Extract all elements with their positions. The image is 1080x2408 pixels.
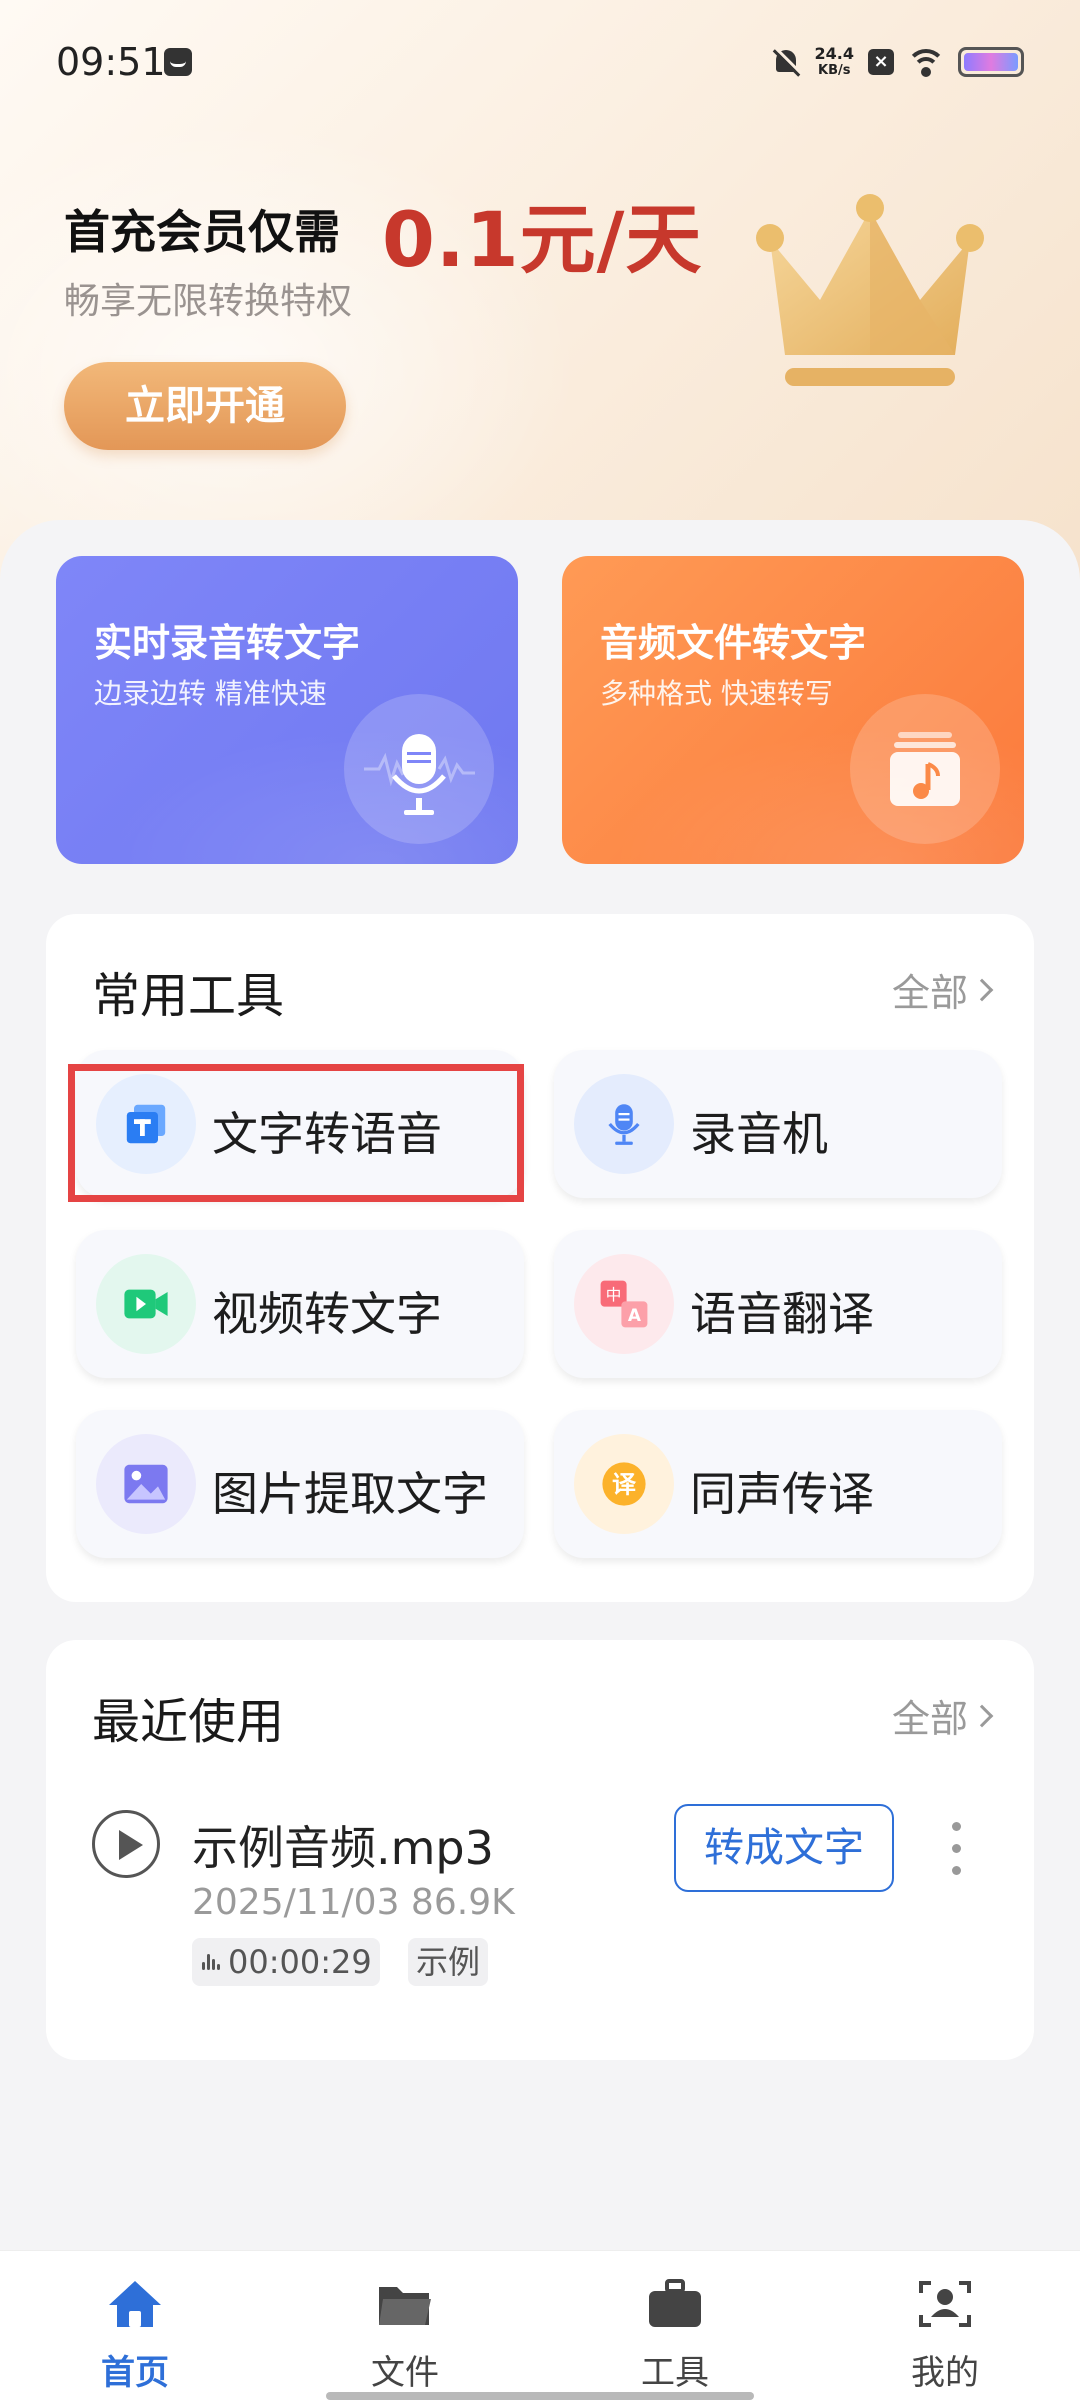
bottom-tab-bar: 首页 文件 工具 我的 xyxy=(0,2250,1080,2408)
tool-image-ocr[interactable]: 图片提取文字 xyxy=(76,1410,524,1558)
profile-icon xyxy=(919,2281,971,2327)
tool-label: 文字转语音 xyxy=(212,1107,442,1161)
video-camera-icon xyxy=(96,1254,196,1354)
net-speed-unit: KB/s xyxy=(818,63,851,78)
svg-text:译: 译 xyxy=(612,1470,637,1498)
tool-label: 录音机 xyxy=(690,1107,828,1161)
tools-title: 常用工具 xyxy=(92,968,285,1024)
toolbox-icon xyxy=(649,2279,701,2327)
status-bar: 09:51 24.4 KB/s × xyxy=(0,0,1080,130)
microphone-icon xyxy=(344,694,494,844)
recent-all-link[interactable]: 全部 xyxy=(891,1688,994,1743)
battery-icon xyxy=(958,47,1024,77)
realtime-transcribe-card[interactable]: 实时录音转文字 边录边转 精准快速 xyxy=(56,556,518,864)
play-icon[interactable] xyxy=(92,1810,160,1878)
feature-title: 音频文件转文字 xyxy=(600,621,867,665)
duration-text: 00:00:29 xyxy=(228,1943,372,1981)
tool-recorder[interactable]: 录音机 xyxy=(554,1050,1002,1198)
close-box-icon: × xyxy=(868,49,894,75)
audio-file-transcribe-card[interactable]: 音频文件转文字 多种格式 快速转写 xyxy=(562,556,1024,864)
image-icon xyxy=(96,1434,196,1534)
home-icon xyxy=(109,2281,161,2327)
interpret-icon: 译 xyxy=(574,1434,674,1534)
feature-subtitle: 多种格式 快速转写 xyxy=(600,677,833,710)
tool-label: 图片提取文字 xyxy=(212,1467,488,1521)
mute-bell-icon xyxy=(771,47,801,77)
tab-label: 首页 xyxy=(101,2353,169,2393)
status-time: 09:51 xyxy=(56,40,166,84)
tool-label: 语音翻译 xyxy=(690,1287,874,1341)
status-icons: 24.4 KB/s × xyxy=(771,42,1024,82)
feature-subtitle: 边录边转 精准快速 xyxy=(94,677,327,710)
convert-to-text-button[interactable]: 转成文字 xyxy=(674,1804,894,1892)
music-file-icon xyxy=(850,694,1000,844)
promo-price: 0.1元/天 xyxy=(382,195,703,284)
tools-all-label: 全部 xyxy=(891,971,968,1015)
recent-file-meta: 2025/11/03 86.9K xyxy=(192,1882,515,1923)
tab-tools[interactable]: 工具 xyxy=(540,2251,810,2408)
promo-subtitle: 畅享无限转换特权 xyxy=(64,281,353,322)
svg-text:中: 中 xyxy=(606,1286,622,1304)
tab-profile[interactable]: 我的 xyxy=(810,2251,1080,2408)
home-indicator xyxy=(326,2392,754,2400)
recent-file-name[interactable]: 示例音频.mp3 xyxy=(192,1812,494,1878)
promo-title: 首充会员仅需 xyxy=(64,205,340,259)
net-speed: 24.4 KB/s xyxy=(815,45,854,79)
tool-voice-translate[interactable]: 中 A 语音翻译 xyxy=(554,1230,1002,1378)
more-vertical-icon[interactable] xyxy=(950,1822,962,1878)
sample-tag: 示例 xyxy=(408,1938,489,1986)
chevron-right-icon xyxy=(970,1704,994,1727)
tools-all-link[interactable]: 全部 xyxy=(891,962,994,1017)
recent-all-label: 全部 xyxy=(891,1697,968,1741)
tab-home[interactable]: 首页 xyxy=(0,2251,270,2408)
svg-text:A: A xyxy=(628,1305,641,1325)
tool-video-to-text[interactable]: 视频转文字 xyxy=(76,1230,524,1378)
tool-text-to-speech[interactable]: 文字转语音 xyxy=(76,1050,524,1198)
folder-icon xyxy=(379,2287,431,2325)
chevron-right-icon xyxy=(970,978,994,1001)
common-tools-panel: 常用工具 全部 文字转语音 录音机 视频转文字 中 A 语音翻译 图片提取文字 … xyxy=(46,914,1034,1602)
waveform-icon xyxy=(200,1951,222,1973)
crown-icon xyxy=(756,194,984,386)
wifi-icon xyxy=(908,47,944,77)
tool-label: 同声传译 xyxy=(690,1467,874,1521)
tool-simultaneous-interpret[interactable]: 译 同声传译 xyxy=(554,1410,1002,1558)
net-speed-value: 24.4 xyxy=(814,44,854,63)
tab-label: 我的 xyxy=(911,2353,979,2393)
tab-files[interactable]: 文件 xyxy=(270,2251,540,2408)
text-to-speech-icon xyxy=(96,1074,196,1174)
feature-title: 实时录音转文字 xyxy=(94,621,361,665)
message-icon xyxy=(164,48,192,76)
duration-chip: 00:00:29 xyxy=(192,1938,380,1986)
tab-label: 工具 xyxy=(641,2353,709,2393)
translate-icon: 中 A xyxy=(574,1254,674,1354)
tool-label: 视频转文字 xyxy=(212,1287,442,1341)
recent-panel: 最近使用 全部 示例音频.mp3 2025/11/03 86.9K 00:00:… xyxy=(46,1640,1034,2060)
recent-title: 最近使用 xyxy=(92,1694,285,1750)
activate-button[interactable]: 立即开通 xyxy=(64,362,346,450)
microphone-icon xyxy=(574,1074,674,1174)
tab-label: 文件 xyxy=(371,2353,439,2393)
